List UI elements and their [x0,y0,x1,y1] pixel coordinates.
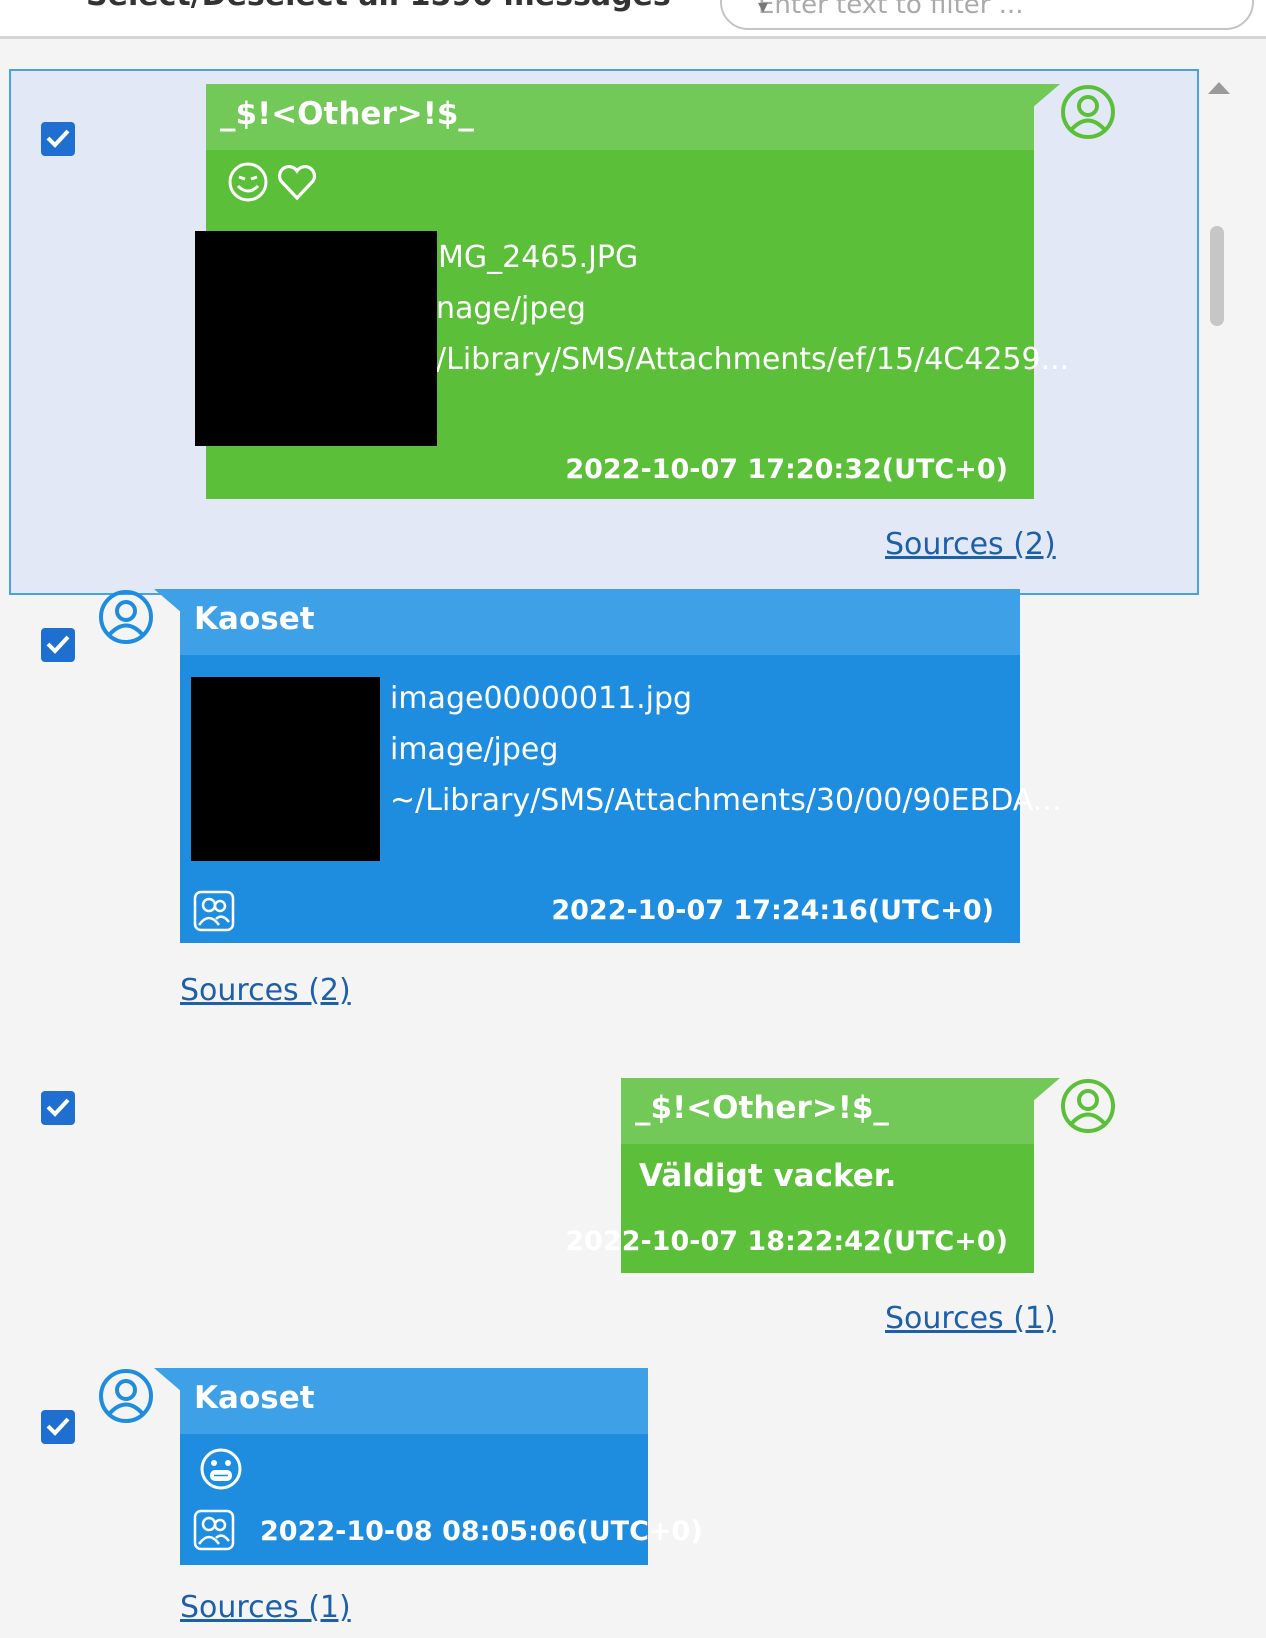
attachment-mime: nage/jpeg [436,291,586,326]
message-checkbox[interactable] [41,1410,75,1444]
sources-link[interactable]: Sources (1) [180,1590,351,1625]
attachment-filename: MG_2465.JPG [438,240,639,275]
avatar-icon [99,1369,153,1423]
sender-name: Kaoset [194,601,315,637]
sender-name: _$!<Other>!$_ [220,96,474,132]
attachment-path: /Library/SMS/Attachments/ef/15/4C4259... [436,342,1070,377]
sender-name: Kaoset [194,1380,315,1416]
bubble-tail [154,1368,182,1392]
message-checkbox[interactable] [41,122,75,156]
message-bubble[interactable]: _$!<Other>!$_ Väldigt vacker. 2022-10-07… [565,1078,1034,1273]
message-timestamp: 2022-10-07 17:20:32(UTC+0) [565,454,1008,485]
message-checkbox[interactable] [41,628,75,662]
message-bubble[interactable]: Kaoset 2022-10-08 08:05:06(UTC+0) [180,1368,703,1565]
message-bubble[interactable]: Kaoset image00000011.jpg image/jpeg ~/Li… [180,589,1061,943]
avatar-icon [1061,85,1115,139]
message-timestamp: 2022-10-07 18:22:42(UTC+0) [565,1226,1008,1257]
toolbar: Select/Deselect all 1590 messages Enter … [0,0,1266,39]
avatar-icon [99,590,153,644]
message-header: Kaoset [180,1368,648,1434]
avatar-icon [1061,1079,1115,1133]
scrollbar-thumb[interactable] [1210,226,1224,326]
bubble-tail [1032,1078,1060,1102]
bubble-tail [1032,84,1060,108]
message-header: _$!<Other>!$_ [621,1078,1034,1144]
chevron-down-icon[interactable]: ▾ [758,0,1202,18]
select-all-label[interactable]: Select/Deselect all 1590 messages [86,0,671,13]
attachment-mime: image/jpeg [390,732,559,767]
scroll-up-arrow[interactable] [1208,82,1230,94]
message-header: _$!<Other>!$_ [206,84,1034,150]
contacts-icon [193,1509,235,1551]
attachment-thumbnail[interactable] [195,231,437,446]
heart-icon [277,164,317,201]
attachment-filename: image00000011.jpg [390,681,693,716]
sources-link[interactable]: Sources (2) [885,527,1056,562]
bubble-tail [154,589,182,613]
filter-input[interactable]: Enter text to filter ... ▾ [720,0,1254,30]
sender-name: _$!<Other>!$_ [635,1090,889,1126]
attachment-path: ~/Library/SMS/Attachments/30/00/90EBDA..… [390,783,1062,818]
sources-link[interactable]: Sources (2) [180,973,351,1008]
grin-face-icon [200,1448,242,1490]
sources-link[interactable]: Sources (1) [885,1301,1056,1336]
attachment-thumbnail[interactable] [191,677,380,861]
message-timestamp: 2022-10-07 17:24:16(UTC+0) [551,895,994,926]
message-timestamp: 2022-10-08 08:05:06(UTC+0) [260,1516,703,1547]
face-icon [228,162,268,202]
contacts-icon [193,890,235,932]
message-header: Kaoset [180,589,1020,655]
message-text: Väldigt vacker. [639,1158,897,1194]
message-checkbox[interactable] [41,1091,75,1125]
